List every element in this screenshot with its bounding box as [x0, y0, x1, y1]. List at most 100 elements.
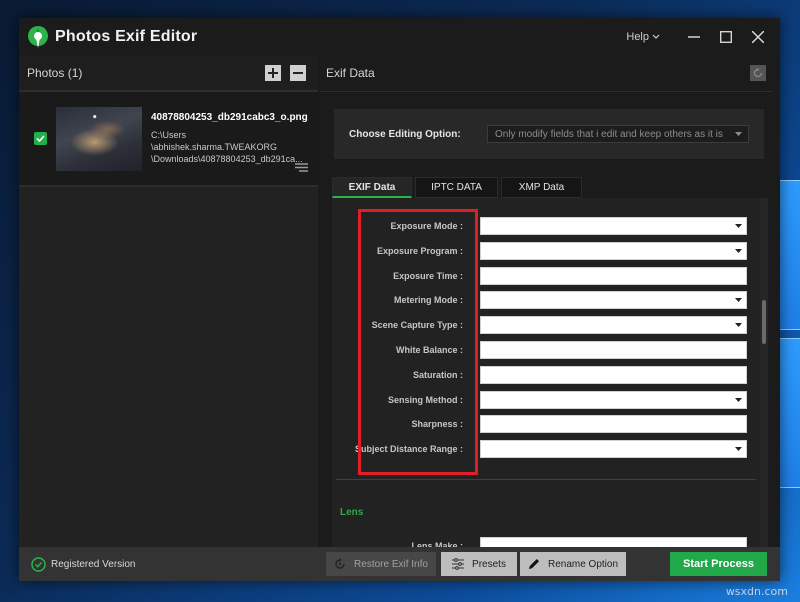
lens-make-input[interactable]	[480, 537, 747, 547]
app-logo-icon	[27, 25, 49, 48]
chevron-down-icon	[652, 34, 660, 39]
add-photo-button[interactable]	[265, 64, 281, 81]
field-row: Sharpness :	[332, 415, 752, 434]
field-row: Sensing Method :	[332, 390, 752, 409]
title-bar: Photos Exif Editor Help	[19, 18, 780, 55]
field-input[interactable]	[480, 415, 747, 434]
maximize-button[interactable]	[712, 23, 740, 51]
checkmark-icon	[36, 135, 45, 142]
photo-path-line: \abhishek.sharma.TWEAKORG	[151, 142, 278, 152]
tab-xmp-data[interactable]: XMP Data	[501, 177, 582, 198]
photos-panel-title: Photos (1)	[27, 65, 83, 80]
app-window: Photos Exif Editor Help Photos (1) 40878…	[19, 18, 780, 581]
field-row: Exposure Time :	[332, 266, 752, 285]
photo-path-line: C:\Users	[151, 130, 187, 140]
field-row: Saturation :	[332, 365, 752, 384]
refresh-button[interactable]	[750, 65, 766, 81]
maximize-icon	[720, 30, 732, 43]
help-menu[interactable]: Help	[626, 31, 660, 43]
registration-label: Registered Version	[51, 558, 136, 570]
photo-thumbnail	[56, 106, 142, 171]
remove-photo-button[interactable]	[290, 64, 306, 81]
presets-label: Presets	[472, 558, 506, 570]
scrollbar-thumb[interactable]	[762, 300, 766, 344]
field-label: Exposure Time :	[393, 270, 463, 281]
dropdown-caret-icon	[735, 132, 742, 136]
field-select[interactable]	[480, 440, 747, 459]
field-input[interactable]	[480, 341, 747, 359]
sliders-icon	[452, 558, 465, 570]
close-button[interactable]	[744, 23, 772, 51]
minimize-icon	[688, 35, 700, 38]
rename-option-button[interactable]: Rename Option	[520, 552, 626, 576]
rename-option-label: Rename Option	[547, 558, 619, 570]
field-label: Saturation :	[412, 369, 463, 380]
field-row: Subject Distance Range :	[332, 440, 752, 459]
exif-panel: Exif Data Choose Editing Option: Only mo…	[320, 55, 780, 547]
data-tabs: EXIF Data IPTC DATA XMP Data	[332, 177, 582, 198]
pencil-icon	[528, 559, 539, 569]
dropdown-caret-icon	[735, 248, 742, 253]
section-divider	[336, 479, 756, 480]
field-label: Metering Mode :	[394, 295, 463, 306]
registration-status: Registered Version	[31, 556, 136, 572]
field-row: Metering Mode :	[332, 291, 752, 310]
field-select[interactable]	[480, 390, 747, 409]
exif-panel-title: Exif Data	[326, 66, 375, 80]
plus-icon	[268, 67, 278, 78]
field-label: Exposure Mode :	[390, 221, 463, 231]
watermark: wsxdn.com	[725, 585, 788, 598]
minimize-button[interactable]	[680, 23, 708, 51]
tab-label: XMP Data	[518, 182, 565, 193]
tab-label: IPTC DATA	[431, 182, 482, 193]
dropdown-caret-icon	[735, 447, 742, 452]
field-select[interactable]	[480, 217, 747, 235]
start-process-label: Start Process	[683, 558, 754, 570]
dropdown-caret-icon	[735, 298, 742, 303]
field-label: Subject Distance Range :	[354, 444, 463, 455]
field-label: Sensing Method :	[388, 394, 463, 405]
field-select[interactable]	[480, 316, 747, 335]
tab-iptc-data[interactable]: IPTC DATA	[415, 177, 498, 198]
editing-option-select[interactable]: Only modify fields that i edit and keep …	[487, 125, 749, 143]
field-input[interactable]	[480, 365, 747, 384]
lens-section-heading: Lens	[340, 507, 364, 518]
editing-option-box: Choose Editing Option: Only modify field…	[334, 109, 764, 159]
field-select[interactable]	[480, 241, 747, 260]
editing-option-value: Only modify fields that i edit and keep …	[495, 128, 723, 140]
presets-button[interactable]: Presets	[441, 552, 517, 576]
details-menu-icon[interactable]	[295, 163, 308, 172]
field-input[interactable]	[480, 266, 747, 285]
check-circle-icon	[31, 556, 46, 572]
vertical-scrollbar[interactable]	[760, 198, 768, 547]
close-icon	[752, 30, 764, 43]
field-row: Scene Capture Type :	[332, 316, 752, 335]
tab-label: EXIF Data	[348, 181, 396, 193]
field-label: Exposure Program :	[376, 245, 463, 256]
exif-panel-header: Exif Data	[320, 55, 772, 92]
photo-filename: 40878804253_db291cabc3_o.png	[151, 112, 308, 123]
start-process-button[interactable]: Start Process	[670, 552, 767, 576]
field-row: White Balance :	[332, 341, 752, 359]
photo-path-line: \Downloads\40878804253_db291ca...	[151, 154, 303, 164]
photo-checkbox[interactable]	[34, 132, 47, 145]
editing-option-label: Choose Editing Option:	[349, 128, 461, 140]
restore-exif-label: Restore Exif Info	[354, 558, 428, 570]
tab-exif-data[interactable]: EXIF Data	[332, 177, 412, 198]
field-select[interactable]	[480, 291, 747, 310]
field-label: White Balance :	[395, 345, 463, 355]
footer-bar: Registered Version Restore Exif Info Pre…	[19, 547, 780, 581]
field-row-lens-make: Lens Make :	[332, 537, 752, 547]
field-label: Sharpness :	[411, 419, 463, 430]
minus-icon	[293, 71, 303, 74]
dropdown-caret-icon	[735, 323, 742, 328]
photos-panel-header: Photos (1)	[19, 55, 318, 92]
help-label: Help	[626, 30, 649, 43]
exif-form: Exposure Mode : Exposure Program : Exposur…	[332, 198, 768, 547]
restore-exif-button[interactable]: Restore Exif Info	[326, 552, 436, 576]
photo-list-item[interactable]: 40878804253_db291cabc3_o.png C:\Users \a…	[19, 92, 318, 187]
refresh-icon	[753, 68, 763, 78]
dropdown-caret-icon	[735, 397, 742, 402]
restore-icon	[335, 558, 345, 569]
field-row: Exposure Program :	[332, 241, 752, 260]
